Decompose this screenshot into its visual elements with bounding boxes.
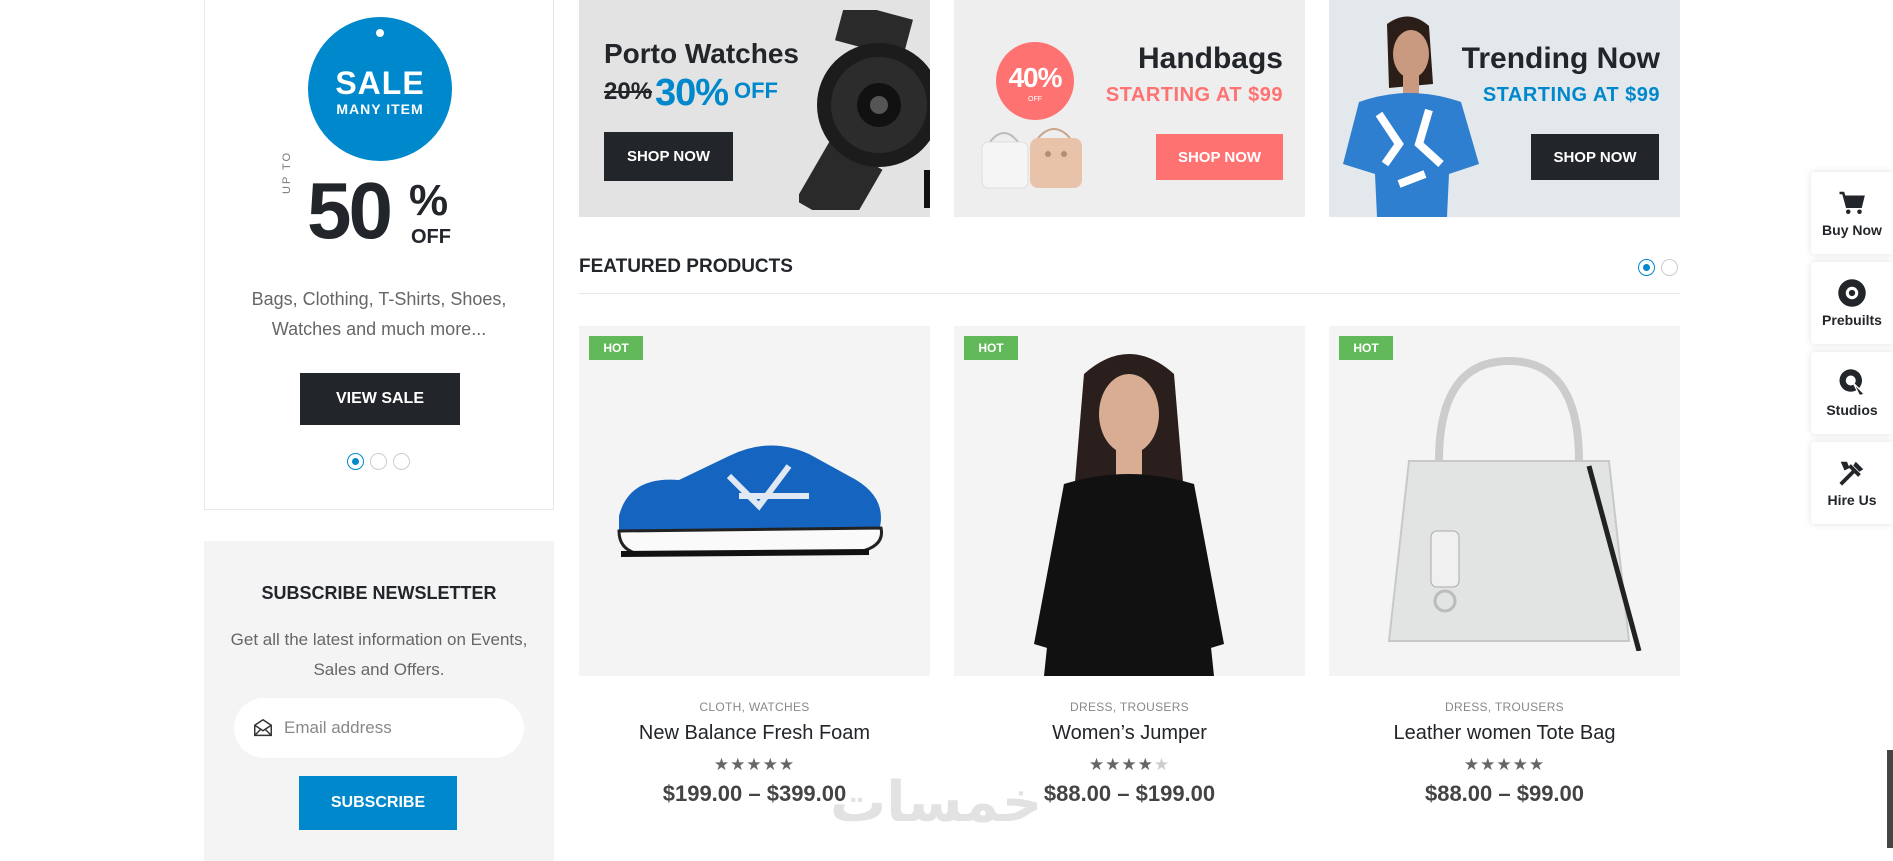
product-name[interactable]: Women’s Jumper [954, 722, 1305, 745]
banner-watches-title: Porto Watches [604, 38, 799, 69]
sale-description: Bags, Clothing, T-Shirts, Shoes, Watches… [251, 289, 507, 339]
upto-label: UP TO [281, 150, 293, 194]
product-name[interactable]: New Balance Fresh Foam [579, 722, 930, 745]
hot-badge: HOT [589, 336, 643, 360]
watch-image [799, 10, 930, 210]
product-category[interactable]: DRESS, TROUSERS [1329, 700, 1680, 714]
prebuilts-button[interactable]: Prebuilts [1811, 262, 1893, 344]
buy-now-label: Buy Now [1822, 222, 1882, 238]
sneaker-image [617, 445, 884, 557]
banner-trending[interactable]: Trending Now STARTING AT $99 SHOP NOW [1329, 0, 1680, 217]
percent-sign: % [409, 176, 449, 225]
floating-toolbar: Buy Now Prebuilts Studios Hire Us [1811, 172, 1893, 532]
product-rating: ★★★★★ [1463, 755, 1546, 774]
newsletter-description: Get all the latest information on Events… [230, 630, 528, 679]
featured-dot-1[interactable] [1638, 259, 1655, 276]
email-field-wrapper[interactable] [234, 698, 524, 758]
banner-watches-old-discount: 20% [604, 78, 653, 105]
hot-badge: HOT [964, 336, 1018, 360]
hire-us-label: Hire Us [1827, 492, 1877, 508]
banner-handbags[interactable]: 40% OFF Handbags STARTING AT $99 SHOP NO… [954, 0, 1305, 217]
discount-badge-value: 40% [1008, 62, 1062, 93]
sale-percent: 50 [307, 166, 393, 255]
watermark-logo: خمسات [830, 770, 1043, 835]
banner-watches-new-discount: 30% [655, 72, 729, 114]
product-info: DRESS, TROUSERS Leather women Tote Bag ★… [1329, 700, 1680, 807]
sale-tag: SALE MANY ITEM [308, 17, 452, 161]
shop-now-trending-button[interactable]: SHOP NOW [1531, 134, 1659, 180]
sale-tag-subtitle: MANY ITEM [336, 101, 424, 117]
product-image-card[interactable]: HOT [954, 326, 1305, 676]
featured-products-title: FEATURED PRODUCTS [579, 256, 793, 277]
disc-icon [1838, 279, 1866, 307]
sale-slider-dots [347, 453, 410, 470]
woman-jumper-image [1034, 354, 1224, 676]
banner-watches[interactable]: Porto Watches 20% 30% OFF SHOP NOW [579, 0, 930, 217]
handbags-image [981, 128, 1082, 189]
studios-label: Studios [1826, 402, 1878, 418]
banner-handbags-title: Handbags [1137, 42, 1283, 75]
pointer-icon [1839, 369, 1866, 397]
hire-us-button[interactable]: Hire Us [1811, 442, 1893, 524]
studios-button[interactable]: Studios [1811, 352, 1893, 434]
newsletter-widget: SUBSCRIBE NEWSLETTER Get all the latest … [204, 541, 554, 861]
tag-hole [374, 27, 386, 39]
envelope-icon [254, 718, 272, 737]
shop-now-watches-button[interactable]: SHOP NOW [604, 132, 733, 181]
product-price: $88.00 – $99.00 [1424, 781, 1585, 806]
sale-widget: SALE MANY ITEM UP TO 50 % OFF Bags, Clot… [204, 0, 554, 510]
percent-off-label: OFF [411, 226, 451, 248]
slider-dot-3[interactable] [393, 453, 410, 470]
product-name[interactable]: Leather women Tote Bag [1329, 722, 1680, 745]
slider-dot-2[interactable] [370, 453, 387, 470]
sale-tag-title: SALE [335, 65, 425, 101]
banner-trending-title: Trending Now [1461, 42, 1660, 75]
product-category[interactable]: DRESS, TROUSERS [954, 700, 1305, 714]
banner-handbags-subtitle: STARTING AT $99 [1105, 84, 1283, 106]
product-image-card[interactable]: HOT [1329, 326, 1680, 676]
email-input[interactable] [284, 718, 504, 738]
product-image-card[interactable]: HOT [579, 326, 930, 676]
tote-bag-image [1387, 356, 1642, 651]
scrollbar[interactable] [1887, 750, 1893, 848]
featured-slider-dots [1638, 259, 1678, 276]
view-sale-button[interactable]: VIEW SALE [300, 373, 460, 425]
discount-badge-off: OFF [1028, 96, 1042, 103]
banner-watches-off: OFF [734, 78, 778, 103]
featured-dot-2[interactable] [1661, 259, 1678, 276]
product-category[interactable]: CLOTH, WATCHES [579, 700, 930, 714]
tools-icon [1839, 461, 1864, 486]
newsletter-title: SUBSCRIBE NEWSLETTER [261, 583, 497, 603]
prebuilts-label: Prebuilts [1822, 312, 1882, 328]
divider [579, 293, 1680, 294]
cart-icon [1839, 191, 1865, 214]
buy-now-button[interactable]: Buy Now [1811, 172, 1893, 254]
subscribe-button[interactable]: SUBSCRIBE [299, 776, 457, 830]
slider-dot-1[interactable] [347, 453, 364, 470]
discount-badge: 40% OFF [996, 42, 1074, 120]
shop-now-handbags-button[interactable]: SHOP NOW [1156, 134, 1283, 180]
banner-trending-subtitle: STARTING AT $99 [1482, 84, 1660, 106]
